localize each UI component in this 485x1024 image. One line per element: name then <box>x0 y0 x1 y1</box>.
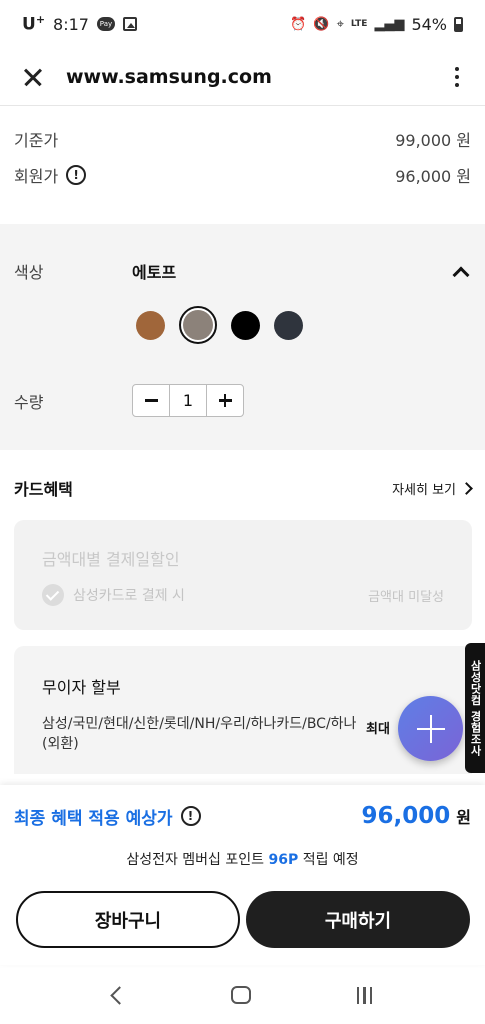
option-section: 색상 에토프 수량 1 <box>0 224 485 450</box>
status-left: U+ 8:17 Pay <box>22 13 137 35</box>
bottom-purchase-panel: 최종 혜택 적용 예상가 ! 96,000 원 삼성전자 멤버십 포인트 96P… <box>0 785 485 965</box>
quantity-stepper: 1 <box>132 384 244 417</box>
color-swatch[interactable] <box>179 306 217 344</box>
discount-row: 삼성카드로 결제 시 금액대 미달성 <box>42 584 444 606</box>
color-label: 색상 <box>14 263 44 282</box>
detail-link-label: 자세히 보기 <box>392 482 456 498</box>
quantity-label: 수량 <box>14 392 44 412</box>
mute-icon: 🔇 <box>313 16 330 32</box>
quantity-value[interactable]: 1 <box>169 385 207 416</box>
color-swatch[interactable] <box>231 310 260 340</box>
discount-status: 금액대 미달성 <box>368 589 444 605</box>
chevron-up-icon[interactable] <box>453 264 467 278</box>
base-price-row: 기준가 99,000 원 <box>14 121 471 157</box>
minus-icon <box>144 399 158 402</box>
final-price-unit: 원 <box>456 808 471 827</box>
final-price-value: 96,000 <box>361 803 451 829</box>
battery-icon <box>454 16 463 32</box>
plus-icon <box>218 394 232 407</box>
info-icon[interactable]: ! <box>180 806 201 826</box>
installment-cards: 삼성/국민/현대/신한/롯데/NH/우리/하나카드/BC/하나(외환) <box>42 716 357 752</box>
member-price-row: 회원가 ! 96,000 원 <box>14 157 471 193</box>
gallery-icon <box>122 17 137 31</box>
final-price-label: 최종 혜택 적용 예상가 <box>14 808 173 829</box>
max-label: 최대 <box>366 722 390 737</box>
info-icon[interactable]: ! <box>66 165 87 185</box>
signal-icon: ▂▄▆ <box>374 16 405 32</box>
points-prefix: 삼성전자 멤버십 포인트 <box>126 852 265 868</box>
buy-now-button[interactable]: 구매하기 <box>246 891 470 948</box>
color-swatch-fill <box>183 310 213 340</box>
floating-add-button[interactable] <box>398 696 463 761</box>
location-icon: ⌖ <box>336 16 344 32</box>
action-buttons: 장바구니 구매하기 <box>16 891 470 948</box>
status-bar: U+ 8:17 Pay ⏰ 🔇 ⌖ LTE ▂▄▆ 54% <box>0 0 485 48</box>
status-time: 8:17 <box>53 14 89 34</box>
color-swatch[interactable] <box>274 310 303 340</box>
installment-title: 무이자 할부 <box>42 678 121 697</box>
close-icon[interactable] <box>20 64 46 90</box>
discount-title: 금액대별 결제일할인 <box>42 550 180 569</box>
battery-percent: 54% <box>411 14 447 34</box>
discount-card: 금액대별 결제일할인 삼성카드로 결제 시 금액대 미달성 <box>14 520 472 630</box>
decrease-button[interactable] <box>133 385 169 416</box>
alarm-icon: ⏰ <box>290 16 307 32</box>
increase-button[interactable] <box>207 385 243 416</box>
system-nav-bar <box>0 966 485 1024</box>
check-icon <box>42 584 64 606</box>
carrier-label: U+ <box>22 13 46 35</box>
more-menu-icon[interactable] <box>449 63 465 91</box>
color-swatch[interactable] <box>136 310 165 340</box>
price-section: 기준가 99,000 원 회원가 ! 96,000 원 <box>0 106 485 224</box>
add-to-cart-button[interactable]: 장바구니 <box>16 891 240 948</box>
color-swatches <box>136 305 471 345</box>
membership-points: 삼성전자 멤버십 포인트 96P 적립 예정 <box>0 849 485 869</box>
url-text[interactable]: www.samsung.com <box>66 66 272 88</box>
status-right: ⏰ 🔇 ⌖ LTE ▂▄▆ 54% <box>290 15 463 34</box>
points-suffix: 적립 예정 <box>302 852 359 868</box>
final-price-row: 최종 혜택 적용 예상가 ! 96,000 원 <box>14 803 471 829</box>
back-icon[interactable] <box>110 985 129 1005</box>
member-price-value: 96,000 원 <box>395 167 471 186</box>
plus-icon <box>416 714 445 743</box>
survey-side-tab[interactable]: 삼성닷컴 경험조사 <box>465 643 485 773</box>
quantity-row: 수량 1 <box>14 384 471 417</box>
base-price-label: 기준가 <box>14 131 59 150</box>
selected-color-name: 에토프 <box>132 263 177 282</box>
base-price-value: 99,000 원 <box>395 131 471 150</box>
recents-icon[interactable] <box>356 986 373 1004</box>
card-benefits-header: 카드혜택 자세히 보기 <box>14 474 473 502</box>
points-value: 96P <box>268 852 299 868</box>
discount-condition: 삼성카드로 결제 시 <box>73 588 185 604</box>
color-row: 색상 에토프 <box>14 256 471 286</box>
member-price-label: 회원가 <box>14 167 59 186</box>
pay-icon: Pay <box>96 17 115 31</box>
network-type: LTE <box>350 19 368 29</box>
chevron-right-icon <box>460 481 473 495</box>
home-icon[interactable] <box>231 986 252 1004</box>
detail-link[interactable]: 자세히 보기 <box>392 479 473 498</box>
card-benefits-title: 카드혜택 <box>14 480 73 499</box>
browser-bar: www.samsung.com <box>0 48 485 106</box>
